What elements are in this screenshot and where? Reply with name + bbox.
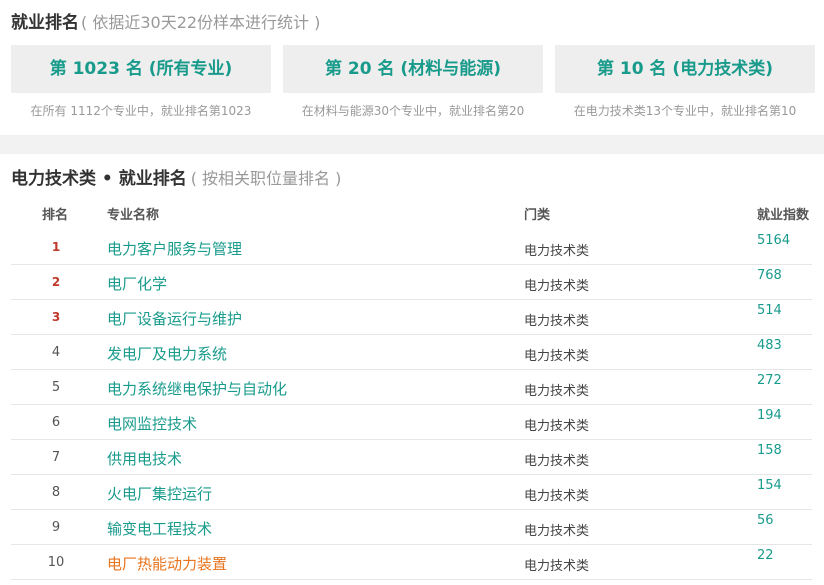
table-row: 3 电厂设备运行与维护 电力技术类 514 <box>11 300 812 335</box>
col-index-header: 就业指数 <box>757 208 810 223</box>
row-index: 154 <box>757 478 782 493</box>
summary-heading: 就业排名( 依据近30天22份样本进行统计 ) <box>11 10 320 36</box>
row-major-link[interactable]: 输变电工程技术 <box>107 518 212 539</box>
table-header: 排名 专业名称 门类 就业指数 <box>0 204 824 224</box>
summary-subtitle: ( 依据近30天22份样本进行统计 ) <box>81 13 321 32</box>
row-category: 电力技术类 <box>524 314 590 329</box>
row-major-link[interactable]: 电力系统继电保护与自动化 <box>107 378 287 399</box>
col-rank-header: 排名 <box>42 208 69 223</box>
row-index: 5164 <box>757 233 791 248</box>
row-major-link[interactable]: 火电厂集控运行 <box>107 483 212 504</box>
row-index: 483 <box>757 338 782 353</box>
row-rank: 3 <box>51 310 61 324</box>
rank-card-all[interactable]: 第 1023 名 (所有专业) <box>11 45 271 93</box>
row-category: 电力技术类 <box>524 524 590 539</box>
row-category: 电力技术类 <box>524 454 590 469</box>
row-major-link-current[interactable]: 电厂热能动力装置 <box>107 553 227 574</box>
table-row: 7 供用电技术 电力技术类 158 <box>11 440 812 475</box>
row-major-link[interactable]: 电网监控技术 <box>107 413 197 434</box>
table-row: 8 火电厂集控运行 电力技术类 154 <box>11 475 812 510</box>
row-rank: 2 <box>51 275 61 289</box>
table-row: 2 电厂化学 电力技术类 768 <box>11 265 812 300</box>
row-index: 272 <box>757 373 782 388</box>
row-rank: 1 <box>51 240 61 254</box>
table-row: 6 电网监控技术 电力技术类 194 <box>11 405 812 440</box>
table-row: 5 电力系统继电保护与自动化 电力技术类 272 <box>11 370 812 405</box>
table-row-current: 10 电厂热能动力装置 电力技术类 22 <box>11 545 812 580</box>
rank-card-power[interactable]: 第 10 名 (电力技术类) <box>555 45 815 93</box>
row-major-link[interactable]: 电力客户服务与管理 <box>107 238 242 259</box>
row-category: 电力技术类 <box>524 489 590 504</box>
row-index: 158 <box>757 443 782 458</box>
row-rank: 4 <box>51 345 61 360</box>
ranking-title: 电力技术类 • 就业排名 <box>11 169 187 189</box>
table-row: 1 电力客户服务与管理 电力技术类 5164 <box>11 230 812 265</box>
row-major-link[interactable]: 发电厂及电力系统 <box>107 343 227 364</box>
col-name-header: 专业名称 <box>107 208 160 223</box>
row-category: 电力技术类 <box>524 559 590 574</box>
rank-desc-all: 在所有 1112个专业中，就业排名第1023 <box>30 104 252 118</box>
row-category: 电力技术类 <box>524 384 590 399</box>
table-row: 4 发电厂及电力系统 电力技术类 483 <box>11 335 812 370</box>
rank-desc-materials: 在材料与能源30个专业中，就业排名第20 <box>301 104 525 118</box>
row-rank: 10 <box>47 555 65 570</box>
row-index: 56 <box>757 513 774 528</box>
ranking-subtitle: ( 按相关职位量排名 ) <box>190 169 342 188</box>
row-rank: 5 <box>51 380 61 395</box>
row-category: 电力技术类 <box>524 349 590 364</box>
ranking-heading: 电力技术类 • 就业排名( 按相关职位量排名 ) <box>11 166 341 192</box>
rank-card-materials[interactable]: 第 20 名 (材料与能源) <box>283 45 543 93</box>
row-category: 电力技术类 <box>524 419 590 434</box>
table-row: 9 输变电工程技术 电力技术类 56 <box>11 510 812 545</box>
row-category: 电力技术类 <box>524 244 590 259</box>
row-index: 194 <box>757 408 782 423</box>
row-major-link[interactable]: 电厂设备运行与维护 <box>107 308 242 329</box>
row-rank: 8 <box>51 485 61 500</box>
row-rank: 6 <box>51 415 61 430</box>
row-major-link[interactable]: 供用电技术 <box>107 448 182 469</box>
rank-desc-power: 在电力技术类13个专业中，就业排名第10 <box>573 104 797 118</box>
row-index: 768 <box>757 268 782 283</box>
row-index: 22 <box>757 548 774 563</box>
section-divider <box>0 135 824 154</box>
summary-title: 就业排名 <box>11 13 79 33</box>
row-major-link[interactable]: 电厂化学 <box>107 273 167 294</box>
employment-summary: 就业排名( 依据近30天22份样本进行统计 ) 第 1023 名 (所有专业) … <box>0 0 824 135</box>
row-index: 514 <box>757 303 782 318</box>
col-category-header: 门类 <box>524 208 551 223</box>
row-category: 电力技术类 <box>524 279 590 294</box>
row-rank: 7 <box>51 450 61 465</box>
ranking-table: 1 电力客户服务与管理 电力技术类 5164 2 电厂化学 电力技术类 7 6 8 … <box>11 230 812 580</box>
row-rank: 9 <box>51 520 61 535</box>
